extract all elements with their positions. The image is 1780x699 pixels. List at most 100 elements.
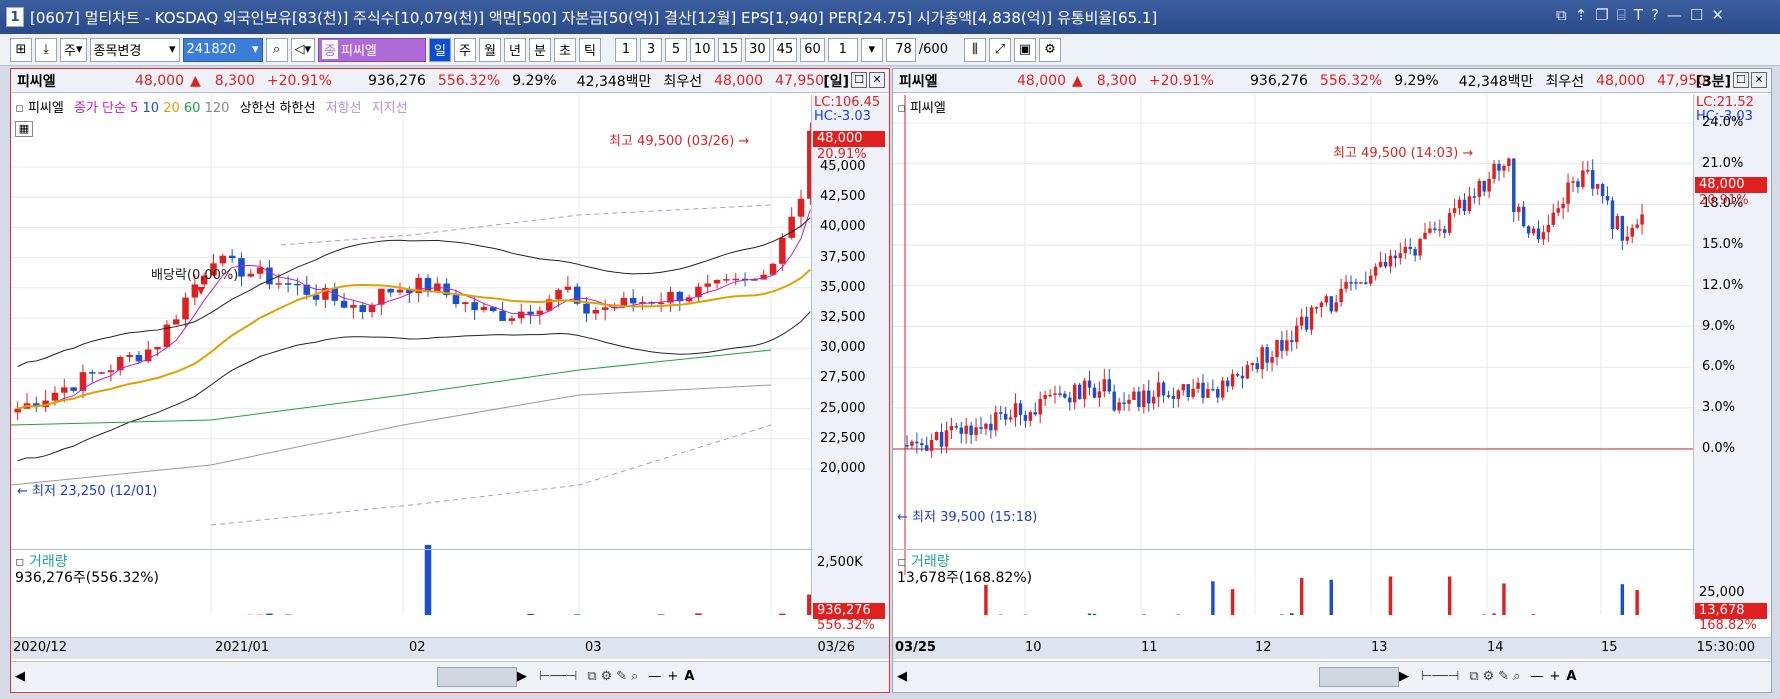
minute-candle-chart[interactable]: 최고 49,500 (14:03) → ← 최저 39,500 (15:18): [893, 95, 1771, 615]
save-icon[interactable]: ▣: [1013, 37, 1036, 62]
maximize-pane-icon[interactable]: ☐: [1733, 72, 1749, 88]
candle-body: [934, 431, 939, 441]
count-dropdown-icon[interactable]: ▾: [860, 37, 883, 62]
restore-icon[interactable]: ⧉: [1556, 6, 1567, 24]
interval-1[interactable]: 1: [615, 37, 638, 62]
code-input[interactable]: 241820 ▾: [182, 37, 263, 62]
count-input[interactable]: 1: [827, 37, 858, 62]
scroll-right-icon[interactable]: ▶: [1399, 669, 1409, 684]
legend-toggle-icon[interactable]: ▫: [897, 101, 906, 116]
candle-body: [1581, 170, 1585, 188]
candle-body: [1127, 399, 1131, 404]
candle-body: [527, 311, 534, 315]
info-vol-pct: 556.32%: [437, 72, 501, 89]
scroll-bar[interactable]: ◀ ▶ ⊢──⊣ ⧉⚙✎⌕ — + A: [11, 661, 889, 691]
settings-icon[interactable]: ⚙: [1038, 37, 1061, 62]
period-day[interactable]: 일: [429, 37, 452, 62]
info-volume: 936,276: [368, 72, 426, 89]
type-select[interactable]: 주 ▾: [60, 37, 87, 62]
interval-60[interactable]: 60: [800, 37, 825, 62]
candle-body: [979, 427, 983, 429]
maximize-icon[interactable]: ☐: [1690, 6, 1703, 24]
maximize-pane-icon[interactable]: ☐: [851, 72, 867, 88]
interval-15[interactable]: 15: [717, 37, 743, 62]
candle-body: [1137, 391, 1141, 407]
candle-body: [1206, 389, 1210, 398]
candle-body: [1438, 229, 1442, 231]
legend-toggle-icon[interactable]: ▫: [15, 101, 24, 116]
volume-bar: [424, 544, 432, 615]
search-icon[interactable]: ⌕: [265, 37, 288, 62]
candle-body: [905, 444, 909, 447]
candle-body: [107, 370, 115, 373]
volume-bar: [1230, 589, 1235, 615]
change-select-label: 종목변경: [93, 44, 142, 59]
period-tick[interactable]: 틱: [579, 37, 602, 62]
zoom-in-icon[interactable]: +: [1549, 669, 1560, 684]
close-icon[interactable]: ✕: [1711, 6, 1724, 24]
interval-30[interactable]: 30: [745, 37, 770, 62]
period-year[interactable]: 년: [504, 37, 527, 62]
pin-icon[interactable]: ⇡: [1575, 6, 1588, 24]
speaker-icon[interactable]: ◁▾: [290, 37, 316, 62]
zoom-out-icon[interactable]: —: [648, 669, 661, 684]
candle-body: [294, 283, 301, 286]
period-minute[interactable]: 분: [529, 37, 552, 62]
page-input[interactable]: 78: [885, 37, 916, 62]
period-month[interactable]: 월: [479, 37, 502, 62]
scroll-left-icon[interactable]: ◀: [897, 669, 907, 684]
chart-tools-icon[interactable]: ⧉⚙✎⌕: [587, 669, 642, 684]
zoom-out-icon[interactable]: —: [1530, 669, 1543, 684]
close-pane-icon[interactable]: ✕: [1751, 72, 1767, 88]
chart-type-icon[interactable]: ⫼: [963, 37, 986, 62]
candle-body: [1359, 282, 1363, 284]
interval-45[interactable]: 45: [772, 37, 798, 62]
scroll-right-icon[interactable]: ▶: [517, 669, 527, 684]
scroll-bar[interactable]: ◀ ▶ ⊢──⊣ ⧉⚙✎⌕ — + A: [893, 661, 1771, 691]
candle-body: [1517, 206, 1521, 212]
time-axis: 03/25 10 11 12 13 14 15 15:30:00: [893, 637, 1771, 659]
auto-scale-icon[interactable]: A: [684, 669, 694, 684]
download-icon[interactable]: ⤓: [35, 37, 57, 62]
indicator-icon[interactable]: ⤢: [988, 37, 1011, 62]
zoom-in-icon[interactable]: +: [667, 669, 678, 684]
period-second[interactable]: 초: [554, 37, 577, 62]
candle-body: [592, 309, 600, 314]
tile-icon[interactable]: ❐: [1595, 6, 1608, 24]
info-amount: 42,348백만: [1458, 73, 1534, 90]
candle-body: [732, 278, 739, 281]
stock-info-bar: 피씨엘 48,000 ▲ 8,300 +20.91% 936,276 556.3…: [11, 69, 889, 93]
info-name: 피씨엘: [899, 73, 938, 90]
interval-5[interactable]: 5: [665, 37, 688, 62]
legend-upper: 상한선: [239, 101, 276, 116]
period-week[interactable]: 주: [454, 37, 477, 62]
daily-candle-chart[interactable]: 최고 49,500 (03/26) → ← 최저 23,250 (12/01) 배당…: [11, 95, 889, 615]
help-icon[interactable]: ?: [1651, 6, 1659, 24]
close-pane-icon[interactable]: ✕: [869, 72, 885, 88]
type-select-label: 주: [64, 44, 76, 59]
interval-10[interactable]: 10: [690, 37, 715, 62]
zoom-slider-icon[interactable]: ⊢──⊣: [1421, 669, 1459, 684]
layout-icon[interactable]: ⊞: [10, 37, 32, 62]
candle-body: [1023, 414, 1028, 421]
stack-icon[interactable]: ⌸: [1617, 6, 1626, 24]
scroll-left-icon[interactable]: ◀: [15, 669, 25, 684]
stock-info-bar: 피씨엘 48,000 ▲ 8,300 +20.91% 936,276 556.3…: [893, 69, 1771, 93]
scroll-thumb[interactable]: [1319, 666, 1399, 687]
chart-tools-icon[interactable]: ⧉⚙✎⌕: [1469, 669, 1524, 684]
time-tick: 15: [1601, 640, 1618, 655]
grid-table-icon[interactable]: ▦: [15, 121, 33, 137]
zoom-slider-icon[interactable]: ⊢──⊣: [539, 669, 577, 684]
candle-body: [1008, 417, 1013, 420]
code-input-value: 241820: [186, 42, 237, 57]
interval-3[interactable]: 3: [640, 37, 663, 62]
candle-body: [1092, 387, 1097, 398]
stock-name-field[interactable]: 종 피씨엘: [318, 37, 427, 62]
scroll-thumb[interactable]: [437, 666, 517, 687]
candle-body: [1112, 391, 1116, 411]
auto-scale-icon[interactable]: A: [1566, 669, 1576, 684]
candle-body: [1433, 228, 1437, 230]
font-icon[interactable]: T: [1634, 6, 1643, 24]
minimize-icon[interactable]: —: [1667, 6, 1682, 24]
change-select[interactable]: 종목변경 ▾: [89, 37, 180, 62]
